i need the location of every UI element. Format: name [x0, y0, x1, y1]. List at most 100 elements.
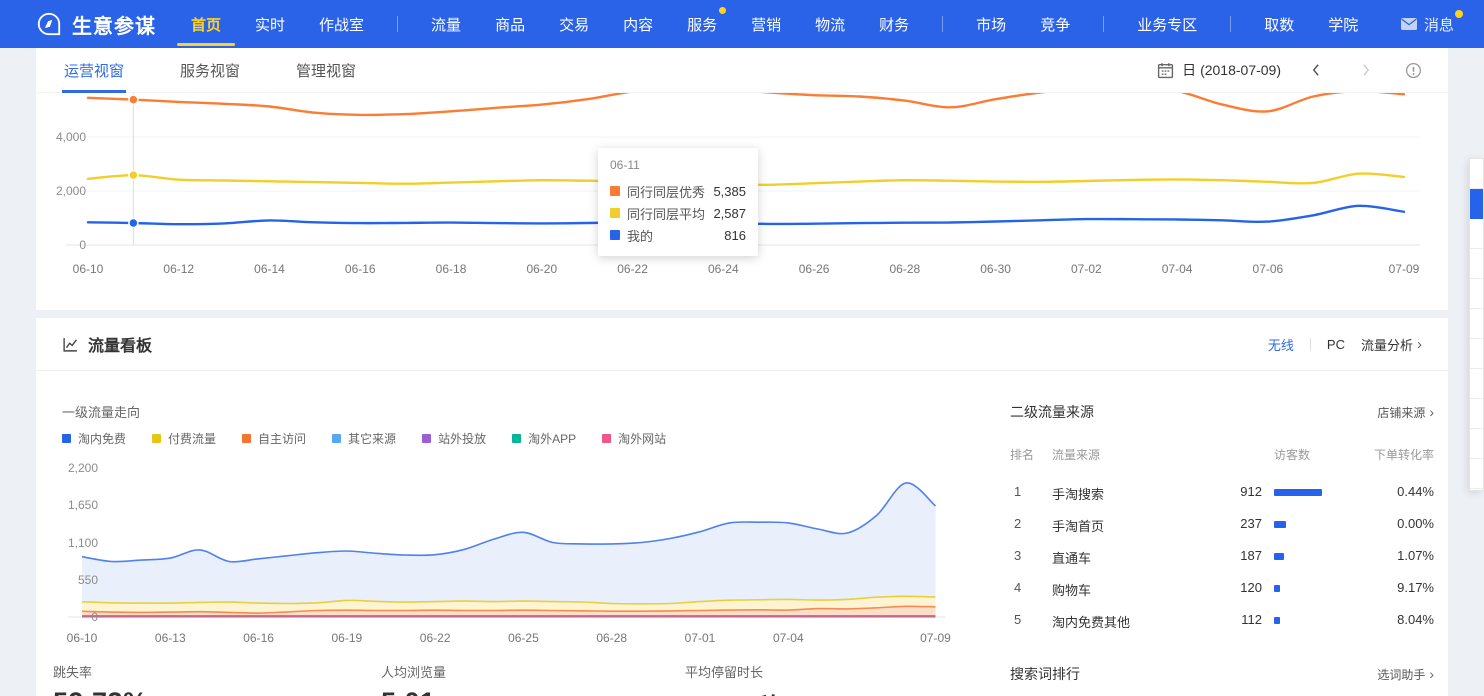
board-link[interactable]: PC› [1327, 337, 1345, 352]
axis-label: 06-14 [254, 262, 285, 276]
axis-label: 06-20 [526, 262, 557, 276]
nav-item[interactable]: 交易 [559, 0, 589, 48]
visitors-bar [1274, 617, 1280, 624]
stat-label: 跳失率 [53, 662, 148, 681]
legend-item[interactable]: 其它来源 [332, 430, 396, 447]
nav-item[interactable]: 内容 [623, 0, 653, 48]
y-axis-label: 1,100 [36, 536, 98, 550]
series-swatch [610, 230, 620, 240]
traffic-area-chart[interactable] [36, 458, 1016, 630]
word-helper-link[interactable]: 选词助手› [1377, 666, 1434, 683]
axis-label: 07-04 [1162, 262, 1193, 276]
axis-label: 07-04 [773, 631, 804, 645]
nav-item[interactable]: 物流 [815, 0, 845, 48]
source-table-row[interactable]: 1 手淘搜索 912 0.44% [1010, 476, 1434, 508]
source-conversion: 0.44% [1397, 484, 1434, 499]
tooltip-date: 06-11 [610, 158, 746, 172]
nav-item[interactable]: 实时 [255, 0, 285, 48]
visitors-bar [1274, 553, 1284, 560]
axis-label: 06-10 [73, 262, 104, 276]
nav-item[interactable]: 流量 [431, 0, 461, 48]
nav-item-label: 市场 [976, 14, 1006, 35]
view-tab-label: 服务视窗 [180, 60, 240, 81]
series-name: 同行同层优秀 [627, 182, 705, 201]
series-name: 同行同层平均 [627, 204, 705, 223]
axis-label: 06-22 [617, 262, 648, 276]
nav-item-label: 首页 [191, 14, 221, 35]
y-axis-label: 550 [36, 573, 98, 587]
source-visitors: 912 [1200, 484, 1262, 499]
nav-menu: 首页 实时 作战室 流量商品 交易 内容服务营销物流 财务 市场 竞争 业务专区 取数 学院 [174, 0, 1375, 48]
legend-item[interactable]: 自主访问 [242, 430, 306, 447]
nav-item[interactable]: 作战室 [319, 0, 364, 48]
shop-sources-link[interactable]: 店铺来源› [1377, 404, 1434, 421]
nav-item[interactable]: 取数 [1264, 0, 1294, 48]
nav-item[interactable]: 学院 [1328, 0, 1358, 48]
source-rank: 5 [1014, 612, 1021, 627]
stat-value: 17.48秒 [685, 687, 783, 696]
nav-item[interactable]: 市场 [976, 0, 1006, 48]
date-granularity[interactable]: 日 [1182, 60, 1196, 80]
stat-bounce-rate: 跳失率 59.73% [53, 662, 148, 696]
legend-label: 付费流量 [168, 430, 216, 447]
view-tab[interactable]: 管理视窗 [296, 48, 356, 93]
legend-swatch [242, 434, 251, 443]
axis-label: 07-02 [1071, 262, 1102, 276]
calendar-icon[interactable] [1157, 62, 1174, 79]
legend-swatch [152, 434, 161, 443]
legend-item[interactable]: 付费流量 [152, 430, 216, 447]
date-value[interactable]: (2018-07-09) [1200, 62, 1281, 78]
area-x-axis: 06-1006-1306-1606-1906-2206-2506-2807-01… [36, 631, 1016, 647]
axis-label: 06-13 [155, 631, 186, 645]
axis-label: 06-10 [67, 631, 98, 645]
axis-label: 06-16 [345, 262, 376, 276]
board-link[interactable]: 无线› [1268, 335, 1294, 354]
benchmark-card: 运营视窗 服务视窗 [36, 48, 1448, 310]
benchmark-x-axis: 06-1006-1206-1406-1606-1806-2006-2206-24… [36, 262, 1448, 278]
col-visitors: 访客数 [1274, 446, 1310, 463]
nav-item-label: 交易 [559, 14, 589, 35]
nav-item[interactable]: 服务 [687, 0, 717, 48]
line-chart-icon [62, 336, 79, 353]
prev-date-button[interactable] [1307, 59, 1324, 81]
info-icon[interactable] [1405, 62, 1422, 79]
nav-item[interactable]: 商品 [495, 0, 525, 48]
nav-item-label: 作战室 [319, 14, 364, 35]
legend-item[interactable]: 站外投放 [422, 430, 486, 447]
view-tab[interactable]: 运营视窗 [64, 48, 124, 93]
nav-item-label: 学院 [1328, 14, 1358, 35]
legend-item[interactable]: 淘内免费 [62, 430, 126, 447]
nav-item[interactable]: 业务专区 [1137, 0, 1197, 48]
source-table-row[interactable]: 2 手淘首页 237 0.00% [1010, 508, 1434, 540]
legend-swatch [422, 434, 431, 443]
brand-name: 生意参谋 [72, 10, 156, 39]
view-tab-label: 管理视窗 [296, 60, 356, 81]
legend-item[interactable]: 淘外APP [512, 430, 576, 447]
source-table-row[interactable]: 4 购物车 120 9.17% [1010, 572, 1434, 604]
legend-label: 自主访问 [258, 430, 306, 447]
nav-item-label: 取数 [1264, 14, 1294, 35]
nav-item[interactable]: 营销 [751, 0, 781, 48]
view-tab[interactable]: 服务视窗 [180, 48, 240, 93]
legend-item[interactable]: 淘外网站 [602, 430, 666, 447]
board-link[interactable]: 流量分析› [1361, 335, 1422, 354]
source-name: 手淘首页 [1052, 516, 1104, 535]
messages-button[interactable]: 消息 [1401, 14, 1454, 35]
legend-swatch [512, 434, 521, 443]
nav-item[interactable]: 竞争 [1040, 0, 1070, 48]
series-swatch [610, 208, 620, 218]
nav-item-label: 财务 [879, 14, 909, 35]
source-conversion: 1.07% [1397, 548, 1434, 563]
quick-nav-panel[interactable] [1469, 158, 1484, 491]
quick-nav-active-item[interactable] [1470, 189, 1483, 219]
source-table-row[interactable]: 5 淘内免费其他 112 8.04% [1010, 604, 1434, 636]
nav-item[interactable]: 首页 [191, 0, 221, 48]
source-table-row[interactable]: 3 直通车 187 1.07% [1010, 540, 1434, 572]
nav-item[interactable]: 财务 [879, 0, 909, 48]
envelope-icon [1401, 18, 1417, 30]
axis-label: 07-09 [920, 631, 951, 645]
brand-logo[interactable]: 生意参谋 [36, 10, 156, 39]
axis-label: 06-22 [420, 631, 451, 645]
col-conversion: 下单转化率 [1374, 446, 1434, 463]
next-date-button[interactable] [1358, 59, 1375, 81]
